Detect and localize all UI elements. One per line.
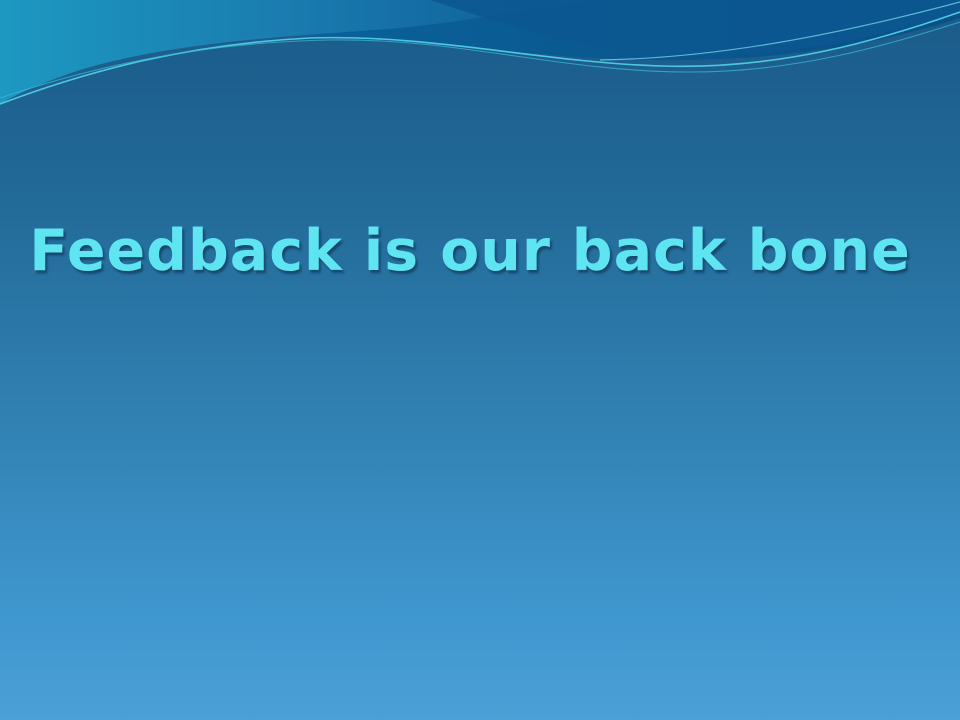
slide: Feedback is our back bone xyxy=(0,0,960,720)
header-wave-decoration xyxy=(0,0,960,105)
slide-title: Feedback is our back bone xyxy=(29,218,911,284)
